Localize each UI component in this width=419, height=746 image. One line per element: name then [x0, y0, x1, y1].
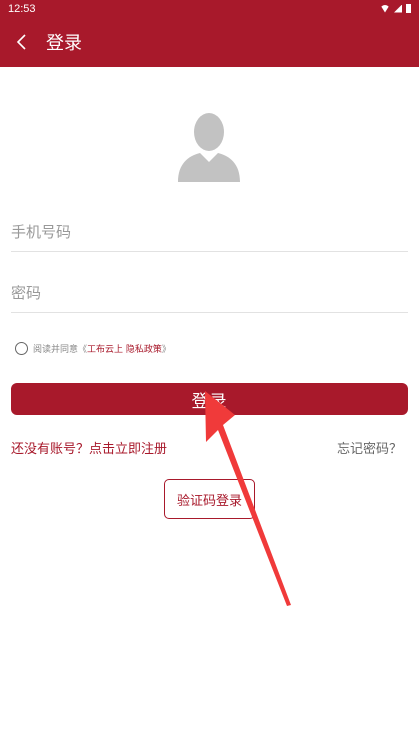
password-input[interactable] [11, 283, 408, 302]
battery-icon [406, 4, 411, 13]
page-title: 登录 [46, 33, 82, 54]
status-icons [380, 4, 411, 13]
privacy-policy-link[interactable]: 工布云上 隐私政策 [87, 342, 162, 355]
signal-icon [394, 4, 402, 13]
chevron-left-icon [16, 34, 26, 50]
sms-login-button[interactable]: 验证码登录 [164, 479, 255, 519]
status-time: 12:53 [8, 2, 36, 15]
password-field [11, 273, 408, 313]
user-avatar-icon [178, 113, 240, 182]
wifi-icon [380, 4, 390, 13]
login-button[interactable]: 登录 [11, 383, 408, 415]
phone-field [11, 212, 408, 252]
agreement-row: 阅读并同意《 工布云上 隐私政策 》 [15, 342, 171, 355]
app-bar: 登录 [0, 17, 419, 67]
forgot-password-link[interactable]: 忘记密码？ [337, 438, 402, 457]
agreement-suffix: 》 [161, 345, 171, 355]
status-bar: 12:53 [0, 0, 419, 17]
register-link[interactable]: 还没有账号？点击立即注册 [11, 438, 167, 457]
agreement-radio[interactable] [15, 342, 28, 355]
login-screen: 12:53 登录 阅读并同意《 工布云上 隐私政策 》 登录 还没有账号？点击立… [0, 0, 419, 746]
back-button[interactable] [0, 17, 44, 67]
phone-input[interactable] [11, 222, 408, 241]
agreement-prefix: 阅读并同意《 [33, 345, 88, 355]
